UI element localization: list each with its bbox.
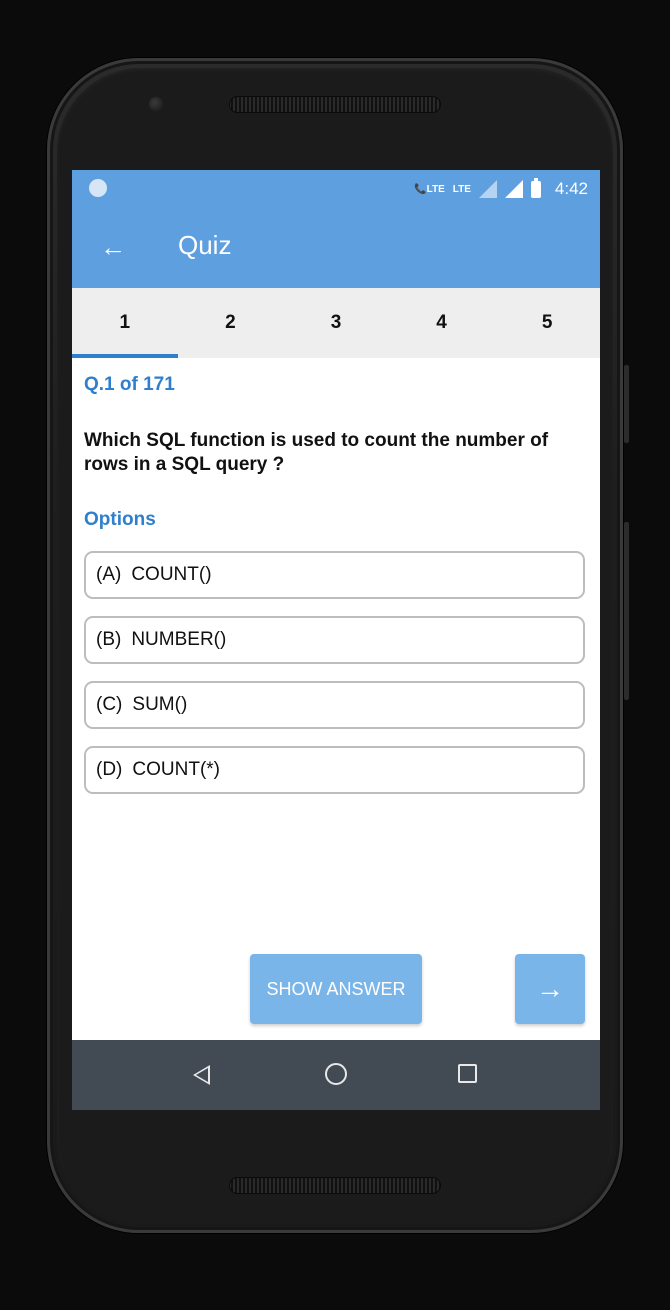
page-title: Quiz (178, 230, 232, 260)
phone-lte-icon: 📞LTE (414, 183, 445, 195)
option-a[interactable]: (A) COUNT() (84, 551, 585, 599)
signal-icon (504, 180, 523, 198)
option-letter: (B) (96, 629, 122, 650)
option-text: COUNT() (131, 564, 212, 585)
signal-weak-icon (478, 180, 497, 198)
arrow-right-icon: → (536, 973, 564, 1004)
question-text: Which SQL function is used to count the … (84, 430, 549, 475)
app-bar: ← Quiz (72, 208, 600, 288)
option-c[interactable]: (C) SUM() (84, 681, 585, 729)
option-b[interactable]: (B) NUMBER() (84, 616, 585, 664)
volume-button (624, 522, 629, 700)
tab-5[interactable]: 5 (494, 288, 600, 358)
tab-3[interactable]: 3 (283, 288, 389, 358)
option-text: SUM() (132, 694, 188, 715)
option-d[interactable]: (D) COUNT(*) (84, 746, 585, 794)
option-text: COUNT(*) (132, 759, 220, 780)
next-question-button[interactable]: → (515, 954, 585, 1024)
option-letter: (A) (96, 564, 122, 585)
back-arrow-icon[interactable]: ← (98, 232, 128, 262)
option-letter: (D) (96, 759, 123, 780)
front-camera (149, 97, 163, 111)
power-button (624, 365, 629, 443)
notification-dot-icon (89, 179, 107, 197)
nav-home-icon[interactable] (325, 1063, 347, 1085)
stage: 📞LTE LTE 4:42 ← Quiz 1 2 3 4 5 Q.1 of 17… (0, 0, 670, 1310)
lte-label: LTE (426, 183, 445, 195)
show-answer-button[interactable]: SHOW ANSWER (250, 954, 422, 1024)
option-letter: (C) (96, 694, 123, 715)
top-speaker (229, 96, 441, 113)
tab-4[interactable]: 4 (389, 288, 495, 358)
bottom-speaker (229, 1177, 441, 1194)
lte-data-icon: LTE (452, 183, 471, 195)
clock: 4:42 (554, 179, 588, 198)
status-icons: 📞LTE LTE 4:42 (414, 177, 588, 200)
question-counter: Q.1 of 171 (84, 374, 175, 395)
tab-2[interactable]: 2 (178, 288, 284, 358)
nav-back-icon[interactable] (193, 1065, 210, 1085)
question-tabs: 1 2 3 4 5 (72, 288, 600, 358)
system-nav-bar (72, 1040, 600, 1110)
screen: 📞LTE LTE 4:42 ← Quiz 1 2 3 4 5 Q.1 of 17… (72, 170, 600, 1110)
tab-1[interactable]: 1 (72, 288, 178, 358)
option-text: NUMBER() (131, 629, 227, 650)
nav-recents-icon[interactable] (458, 1064, 477, 1083)
options-heading: Options (84, 509, 156, 530)
status-bar: 📞LTE LTE 4:42 (72, 170, 600, 208)
battery-icon (530, 177, 541, 198)
